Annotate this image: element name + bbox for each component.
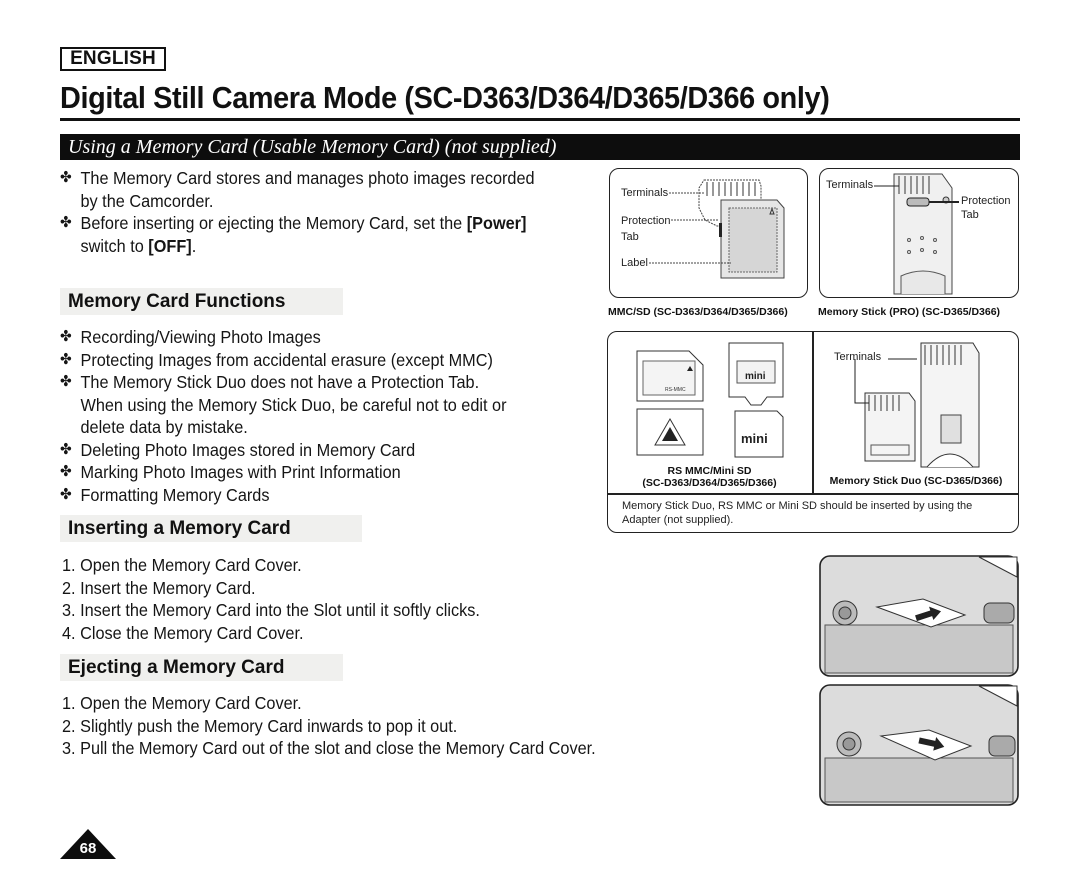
intro-list: ✤ The Memory Card stores and manages pho… bbox=[60, 167, 535, 257]
step-item: 4. Close the Memory Card Cover. bbox=[62, 622, 304, 643]
label-tab: Tab bbox=[621, 231, 639, 243]
mmc-sd-caption: MMC/SD (SC-D363/D364/D365/D366) bbox=[608, 306, 788, 318]
label-label: Label bbox=[621, 257, 648, 269]
insert-card-illustration bbox=[819, 555, 1019, 677]
ejecting-heading: Ejecting a Memory Card bbox=[60, 654, 343, 681]
inserting-steps: 1. Open the Memory Card Cover. 2. Insert… bbox=[62, 554, 480, 644]
bullet-icon: ✤ bbox=[60, 485, 72, 503]
list-item: ✤ Marking Photo Images with Print Informa… bbox=[60, 462, 401, 482]
label-terminals: Terminals bbox=[621, 187, 669, 199]
step-item: 2. Insert the Memory Card. bbox=[62, 577, 256, 598]
bullet-icon: ✤ bbox=[60, 440, 72, 458]
bullet-icon: ✤ bbox=[60, 350, 72, 368]
bullet-icon: ✤ bbox=[60, 328, 72, 345]
step-item: 1. Open the Memory Card Cover. bbox=[62, 693, 302, 713]
functions-heading: Memory Card Functions bbox=[60, 288, 343, 315]
title-divider bbox=[60, 118, 1020, 121]
mini-sd-adapter-text: mini bbox=[745, 371, 766, 382]
page-number: 68 bbox=[60, 829, 116, 859]
list-item: ✤ Formatting Memory Cards bbox=[60, 484, 270, 505]
ejecting-steps: 1. Open the Memory Card Cover. 2. Slight… bbox=[62, 692, 596, 760]
memory-stick-duo-caption: Memory Stick Duo (SC-D365/D366) bbox=[829, 475, 1003, 487]
label-protection: Protection bbox=[621, 215, 671, 227]
language-badge: ENGLISH bbox=[60, 47, 166, 71]
figure-divider bbox=[607, 493, 1019, 495]
mini-sd-card-text: mini bbox=[741, 431, 768, 446]
section-title: Using a Memory Card (Usable Memory Card)… bbox=[60, 134, 1020, 160]
memory-stick-pro-caption: Memory Stick (PRO) (SC-D365/D366) bbox=[818, 306, 1001, 318]
bullet-icon: ✤ bbox=[60, 373, 72, 390]
step-item: 3. Insert the Memory Card into the Slot … bbox=[62, 600, 480, 620]
adapter-note: Memory Stick Duo, RS MMC or Mini SD shou… bbox=[622, 500, 973, 526]
bullet-icon: ✤ bbox=[60, 214, 72, 231]
functions-list: ✤ Recording/Viewing Photo Images ✤ Protect… bbox=[60, 326, 507, 506]
step-item: 3. Pull the Memory Card out of the slot … bbox=[62, 738, 596, 758]
rs-mmc-mini-sd-caption: RS MMC/Mini SD (SC-D363/D364/D365/D366) bbox=[642, 465, 777, 489]
label-tab: Tab bbox=[961, 209, 979, 221]
step-item: 1. Open the Memory Card Cover. bbox=[62, 555, 302, 575]
page-title: Digital Still Camera Mode (SC-D363/D364/… bbox=[60, 80, 830, 115]
label-protection: Protection bbox=[961, 195, 1011, 207]
intro-item: ✤ The Memory Card stores and manages pho… bbox=[60, 168, 535, 211]
list-item: ✤ Protecting Images from accidental erasu… bbox=[60, 349, 493, 370]
step-item: 2. Slightly push the Memory Card inwards… bbox=[62, 715, 458, 736]
list-item: ✤ Recording/Viewing Photo Images bbox=[60, 327, 321, 347]
bullet-icon: ✤ bbox=[60, 169, 72, 186]
bullet-icon: ✤ bbox=[60, 463, 72, 480]
inserting-heading: Inserting a Memory Card bbox=[60, 515, 362, 542]
eject-card-illustration bbox=[819, 684, 1019, 806]
intro-item: ✤ Before inserting or ejecting the Memor… bbox=[60, 213, 527, 256]
rs-mmc-card-text: RS-MMC bbox=[665, 387, 686, 393]
list-item: ✤ Deleting Photo Images stored in Memory … bbox=[60, 439, 416, 460]
label-terminals: Terminals bbox=[834, 351, 882, 363]
list-item: ✤ The Memory Stick Duo does not have a P… bbox=[60, 372, 507, 437]
label-terminals: Terminals bbox=[826, 179, 874, 191]
